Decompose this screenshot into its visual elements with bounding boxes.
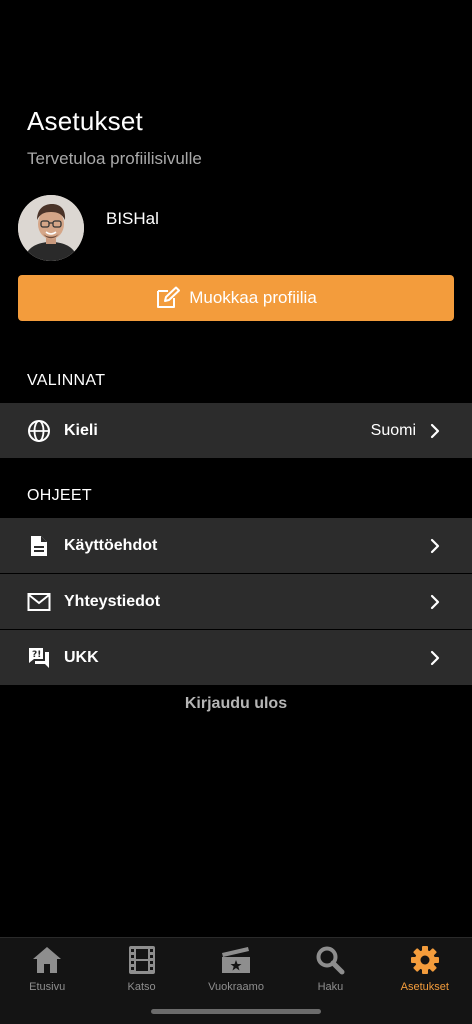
tab-home[interactable]: Etusivu [0,938,94,1024]
mail-icon [26,589,52,615]
section-label-help: OHJEET [27,487,92,504]
tab-home-label: Etusivu [29,981,66,993]
page-subtitle: Tervetuloa profiilisivulle [27,149,202,168]
chevron-right-icon [428,422,442,440]
profile-summary: BISHal [18,195,159,261]
avatar-image [18,195,84,261]
contact-row[interactable]: Yhteystiedot [0,574,472,629]
home-indicator [151,1009,321,1014]
tab-settings-label: Asetukset [400,981,449,993]
document-icon [26,533,52,559]
terms-row[interactable]: Käyttöehdot [0,518,472,573]
username: BISHal [106,209,159,228]
chevron-right-icon [428,537,442,555]
faq-label: UKK [64,648,99,666]
language-row[interactable]: Kieli Suomi [0,403,472,458]
page-header: Asetukset Tervetuloa profiilisivulle [27,106,202,169]
tab-search-label: Haku [317,981,344,993]
language-value: Suomi [370,421,416,439]
contact-label: Yhteystiedot [64,592,161,610]
edit-icon [157,286,181,308]
film-icon [125,944,159,976]
edit-profile-button[interactable]: Muokkaa profiilia [18,275,454,321]
tab-watch-label: Katso [127,981,156,993]
svg-text:?!: ?! [32,650,41,660]
faq-row[interactable]: ?! UKK [0,630,472,685]
section-label-choices: VALINNAT [27,372,106,389]
search-icon [313,944,347,976]
tab-settings[interactable]: Asetukset [378,938,472,1024]
language-label: Kieli [64,421,98,439]
settings-screen: Asetukset Tervetuloa profiilisivulle BIS… [0,0,472,1024]
page-title: Asetukset [27,106,143,136]
chevron-right-icon [428,593,442,611]
gear-icon [408,944,442,976]
avatar[interactable] [18,195,84,261]
clapperboard-icon [219,944,253,976]
home-icon [30,944,64,976]
chevron-right-icon [428,649,442,667]
tab-rental-label: Vuokraamo [208,981,264,993]
logout-button[interactable]: Kirjaudu ulos [0,695,472,713]
edit-profile-label: Muokkaa profiilia [189,288,317,307]
globe-icon [26,418,52,444]
terms-label: Käyttöehdot [64,536,158,554]
faq-icon: ?! [26,645,52,671]
